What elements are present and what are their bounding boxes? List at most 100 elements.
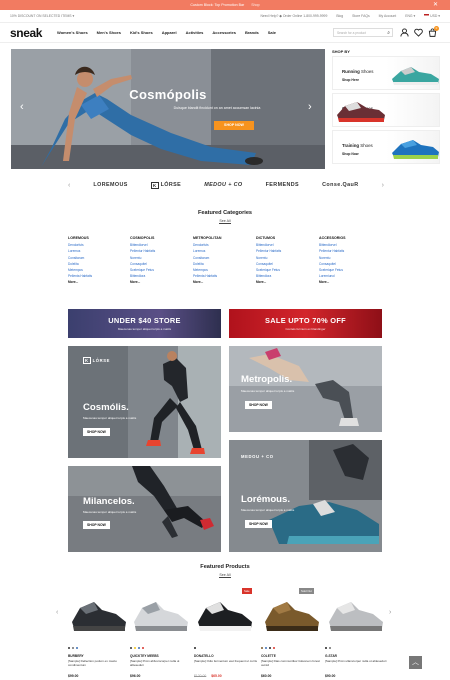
- search-input[interactable]: Search for a product ⌕: [333, 28, 393, 37]
- product-description[interactable]: [Sample] Proin abfusmcorper nulla ut abl…: [130, 659, 194, 667]
- menu-item-mens[interactable]: Men's Shoes: [97, 30, 121, 35]
- search-icon[interactable]: ⌕: [387, 30, 390, 36]
- color-swatches[interactable]: [194, 647, 197, 650]
- category-link[interactable]: Pellentur Habfatis: [319, 248, 346, 254]
- color-swatches[interactable]: [68, 647, 79, 650]
- shop-by-outdoor[interactable]: Outdoor Shoes Shop Now: [332, 93, 440, 127]
- color-swatch[interactable]: [68, 647, 71, 650]
- product-name[interactable]: QUICKTEY MEEBS: [130, 654, 159, 658]
- color-swatch[interactable]: [328, 647, 332, 650]
- logo[interactable]: sneak: [10, 26, 42, 40]
- menu-item-sale[interactable]: Sale: [268, 30, 276, 35]
- heart-icon[interactable]: [414, 28, 423, 37]
- brand-consequr[interactable]: Conse.QauR: [322, 182, 358, 188]
- hero-slider[interactable]: Cosmópolis Duisque blandit fincidunt on …: [11, 49, 325, 169]
- menu-item-accessories[interactable]: Accessories: [212, 30, 236, 35]
- tile-shop-now-button[interactable]: SHOP NOW: [245, 520, 272, 528]
- color-swatch[interactable]: [130, 647, 133, 650]
- category-link[interactable]: Pellentur Habfatis: [256, 248, 281, 254]
- color-swatch[interactable]: [272, 647, 276, 650]
- color-swatches[interactable]: [130, 647, 145, 650]
- menu-item-apparel[interactable]: Apparel: [162, 30, 177, 35]
- menu-item-activities[interactable]: Activities: [186, 30, 204, 35]
- hero-shop-now-button[interactable]: SHOP NOW: [214, 121, 254, 130]
- product-description[interactable]: [Sample] Proin ullamcorper nulla ut able…: [325, 659, 389, 663]
- category-heading[interactable]: METROPOLITAN: [193, 235, 221, 241]
- product-name[interactable]: BURBERY: [68, 654, 84, 658]
- product-name[interactable]: DONATELLO: [194, 654, 214, 658]
- category-more-link[interactable]: More...: [256, 279, 281, 285]
- top-link-account[interactable]: My Account: [379, 14, 397, 18]
- shop-by-running-link[interactable]: Shop Here: [342, 78, 359, 82]
- color-swatch[interactable]: [325, 647, 328, 650]
- color-swatch[interactable]: [141, 647, 145, 650]
- category-heading[interactable]: LOREMOUS: [68, 235, 92, 241]
- product-card[interactable]: Sold Out COLETTE [Sample] Dias communtik…: [261, 586, 323, 678]
- category-more-link[interactable]: More...: [319, 279, 346, 285]
- category-more-link[interactable]: More...: [68, 279, 92, 285]
- category-heading[interactable]: COSMOPOLIS: [130, 235, 155, 241]
- category-link[interactable]: Pellentur Habfatis: [130, 248, 155, 254]
- brand-medou[interactable]: MEDOU + CO: [204, 182, 242, 188]
- product-description[interactable]: [Sample] Odio fermentum eiet frequent ul…: [194, 659, 258, 663]
- brand-loremous[interactable]: LOREMOUS: [93, 182, 127, 188]
- products-next-icon[interactable]: ›: [389, 609, 391, 616]
- color-swatches[interactable]: [325, 647, 332, 650]
- category-more-link[interactable]: More...: [193, 279, 221, 285]
- promo-shop-link[interactable]: Shop: [251, 3, 259, 7]
- user-icon[interactable]: [400, 28, 409, 37]
- promo-tile-cosmolis[interactable]: K LÓRSE Cosmólis. Maecenas tempor aliquet…: [68, 346, 221, 458]
- sale-banner[interactable]: SALE UPTO 70% OFF Conteis fermum ex blan…: [229, 309, 382, 338]
- slider-prev-icon[interactable]: ‹: [20, 101, 24, 113]
- promo-tile-metropolis[interactable]: Metropolis. Maecenas tempor aliquet turp…: [229, 346, 382, 432]
- chevron-down-icon[interactable]: ▾: [73, 14, 75, 18]
- shop-by-training[interactable]: Training Shoes Shop Now: [332, 130, 440, 164]
- product-description[interactable]: [Sample] Dellection podum ex maxto condi…: [68, 659, 132, 667]
- menu-item-brands[interactable]: Brands: [245, 30, 259, 35]
- tile-shop-now-button[interactable]: SHOP NOW: [83, 521, 110, 529]
- color-swatch[interactable]: [264, 647, 268, 650]
- promo-tile-loremous[interactable]: MEDOU + CO Lorémous. Maecenas tempor ali…: [229, 440, 382, 552]
- promo-tile-milancelos[interactable]: Milancelos. Maecenas tempor aliquet turp…: [68, 466, 221, 552]
- tile-shop-now-button[interactable]: SHOP NOW: [83, 428, 110, 436]
- brand-prev-icon[interactable]: ‹: [68, 182, 70, 189]
- color-swatch[interactable]: [261, 647, 264, 650]
- color-swatch[interactable]: [268, 647, 272, 650]
- brand-fermends[interactable]: FERMENDS: [266, 182, 299, 188]
- color-swatches[interactable]: [261, 647, 276, 650]
- products-prev-icon[interactable]: ‹: [56, 609, 58, 616]
- menu-item-kids[interactable]: Kid's Shoes: [130, 30, 153, 35]
- featured-categories-see-all-link[interactable]: See All: [219, 219, 231, 224]
- color-swatch[interactable]: [71, 647, 75, 650]
- color-swatch[interactable]: [194, 647, 197, 650]
- product-card[interactable]: Sale DONATELLO [Sample] Odio fermentum e…: [194, 586, 258, 678]
- product-name[interactable]: COLETTE: [261, 654, 276, 658]
- color-swatch[interactable]: [137, 647, 141, 650]
- close-icon[interactable]: ✕: [433, 0, 438, 10]
- slider-next-icon[interactable]: ›: [308, 101, 312, 113]
- top-link-blog[interactable]: Blog: [336, 14, 343, 18]
- product-description[interactable]: [Sample] Dias communtikor fokusnem fures…: [261, 659, 325, 667]
- product-card[interactable]: QUICKTEY MEEBS [Sample] Proin abfusmcorp…: [130, 586, 192, 678]
- product-card[interactable]: G-STAR [Sample] Proin ullamcorper nulla …: [325, 586, 387, 678]
- menu-item-womens[interactable]: Women's Shoes: [57, 30, 88, 35]
- currency-select[interactable]: USD ▾: [424, 14, 440, 18]
- brand-lorse[interactable]: K LÓRSE: [150, 181, 181, 189]
- back-to-top-button[interactable]: ︿: [409, 656, 422, 669]
- color-swatch[interactable]: [75, 647, 79, 650]
- product-name[interactable]: G-STAR: [325, 654, 337, 658]
- brand-next-icon[interactable]: ›: [382, 182, 384, 189]
- featured-products-see-all-link[interactable]: See All: [219, 573, 231, 578]
- featured-products-title: Featured Products: [200, 564, 250, 570]
- language-select[interactable]: ENG ▾: [405, 14, 415, 18]
- shop-by-training-link[interactable]: Shop Now: [342, 152, 359, 156]
- under-40-banner[interactable]: UNDER $40 STORE Maecenas tempor aliquet …: [68, 309, 221, 338]
- category-more-link[interactable]: More...: [130, 279, 155, 285]
- color-swatch[interactable]: [133, 647, 137, 650]
- top-link-faqs[interactable]: Store FAQs: [352, 14, 370, 18]
- category-heading[interactable]: DICTUMOS: [256, 235, 281, 241]
- category-heading[interactable]: ACCESSORIOS: [319, 235, 346, 241]
- product-card[interactable]: BURBERY [Sample] Dellection podum ex max…: [68, 586, 130, 678]
- shop-by-running[interactable]: Running Shoes Shop Here: [332, 56, 440, 90]
- tile-shop-now-button[interactable]: SHOP NOW: [245, 401, 272, 409]
